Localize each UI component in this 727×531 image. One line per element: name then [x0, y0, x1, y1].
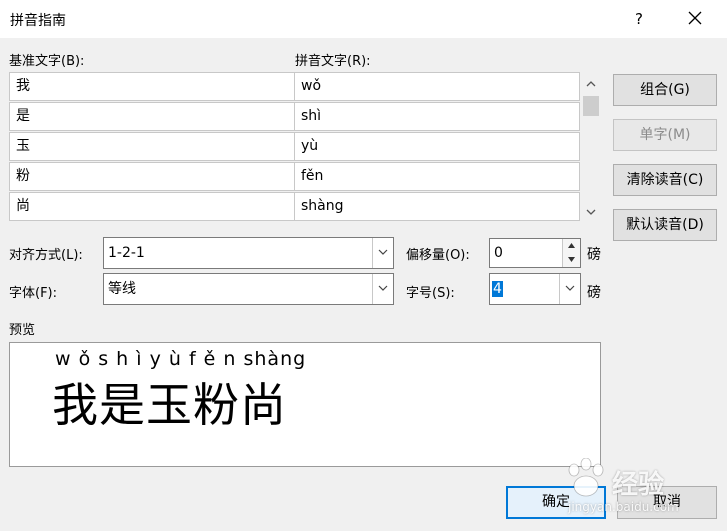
pinyin-text-label: 拼音文字(R):	[295, 54, 371, 69]
base-text-label: 基准文字(B):	[9, 54, 85, 69]
watermark-text: 经验	[612, 470, 665, 500]
pinyin-cell-5[interactable]: shàng	[294, 192, 580, 221]
rows-scrollbar[interactable]	[580, 72, 602, 222]
triangle-up-icon	[568, 243, 575, 248]
offset-unit: 磅	[587, 247, 601, 263]
base-cell-4[interactable]: 粉	[9, 162, 295, 191]
offset-increment-button[interactable]	[562, 239, 580, 254]
size-label: 字号(S):	[406, 286, 455, 301]
alignment-label: 对齐方式(L):	[9, 248, 83, 263]
scroll-down-button[interactable]	[580, 204, 602, 220]
scroll-up-button[interactable]	[580, 76, 602, 92]
preview-label: 预览	[9, 323, 36, 338]
single-char-button[interactable]: 单字(M)	[613, 119, 717, 151]
window-title: 拼音指南	[10, 13, 66, 29]
preview-box: w ǒ s h ì y ù f ě n shàng 我是玉粉尚	[9, 342, 601, 467]
base-cell-5[interactable]: 尚	[9, 192, 295, 221]
offset-spinner[interactable]: 0	[489, 238, 581, 268]
alignment-value: 1-2-1	[108, 245, 145, 261]
chevron-down-icon	[586, 209, 596, 215]
base-cell-1[interactable]: 我	[9, 72, 295, 101]
pinyin-cell-3[interactable]: yù	[294, 132, 580, 161]
font-label: 字体(F):	[9, 286, 58, 301]
scroll-thumb[interactable]	[583, 96, 599, 116]
preview-ruby-text: w ǒ s h ì y ù f ě n shàng	[55, 348, 307, 370]
size-unit: 磅	[587, 285, 601, 301]
pinyin-cell-4[interactable]: fěn	[294, 162, 580, 191]
chevron-down-icon	[378, 249, 388, 255]
watermark-url: jingyan.baidu.com	[568, 500, 679, 514]
title-bar	[0, 0, 727, 38]
alignment-select[interactable]: 1-2-1	[103, 237, 394, 269]
font-value: 等线	[108, 281, 136, 297]
close-button[interactable]	[680, 6, 710, 32]
offset-decrement-button[interactable]	[562, 253, 580, 267]
chevron-down-icon	[378, 285, 388, 291]
font-dropdown-button[interactable]	[372, 274, 393, 304]
base-cell-3[interactable]: 玉	[9, 132, 295, 161]
clear-reading-button[interactable]: 清除读音(C)	[613, 164, 717, 196]
triangle-down-icon	[568, 257, 575, 262]
preview-base-text: 我是玉粉尚	[52, 378, 287, 432]
chevron-up-icon	[586, 81, 596, 87]
chevron-down-icon	[565, 285, 575, 291]
paw-logo-icon	[568, 458, 604, 497]
font-select[interactable]: 等线	[103, 273, 394, 305]
offset-label: 偏移量(O):	[406, 248, 470, 263]
base-cell-2[interactable]: 是	[9, 102, 295, 131]
default-reading-button[interactable]: 默认读音(D)	[613, 209, 717, 241]
pinyin-cell-2[interactable]: shì	[294, 102, 580, 131]
close-icon	[688, 11, 702, 25]
size-value[interactable]: 4	[492, 281, 503, 297]
offset-value: 0	[494, 245, 503, 261]
size-dropdown-button[interactable]	[559, 274, 580, 304]
combine-button[interactable]: 组合(G)	[613, 74, 717, 106]
watermark: 经验 jingyan.baidu.com	[560, 452, 725, 528]
help-button[interactable]: ?	[628, 8, 650, 30]
pinyin-cell-1[interactable]: wǒ	[294, 72, 580, 101]
alignment-dropdown-button[interactable]	[372, 238, 393, 268]
size-select[interactable]: 4	[489, 273, 581, 305]
